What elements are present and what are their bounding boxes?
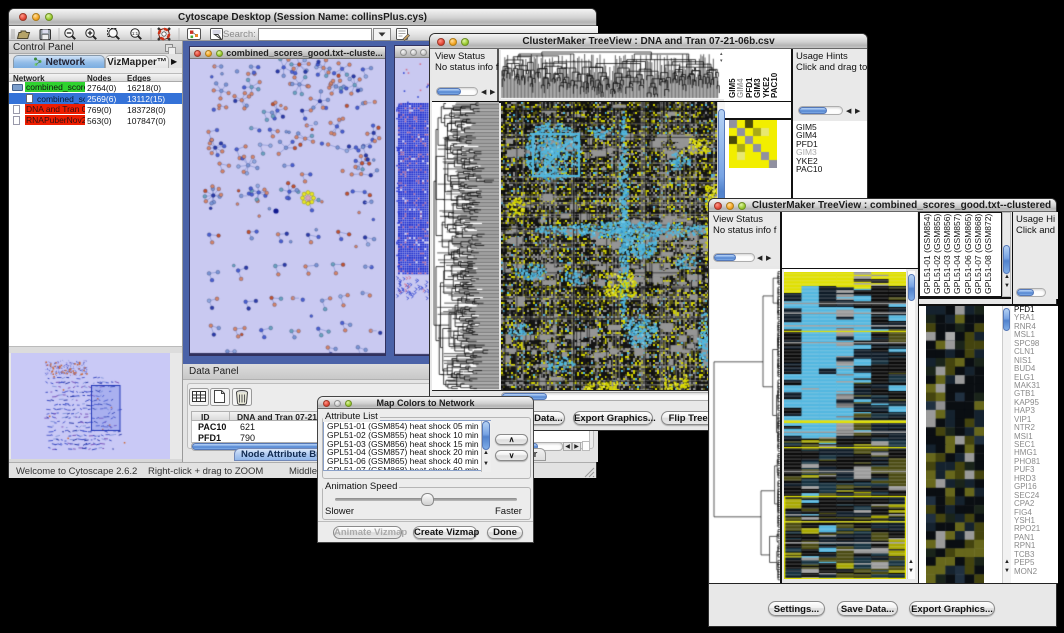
svg-text:Search:: Search: — [223, 29, 256, 40]
svg-text:1:1: 1:1 — [132, 31, 139, 36]
